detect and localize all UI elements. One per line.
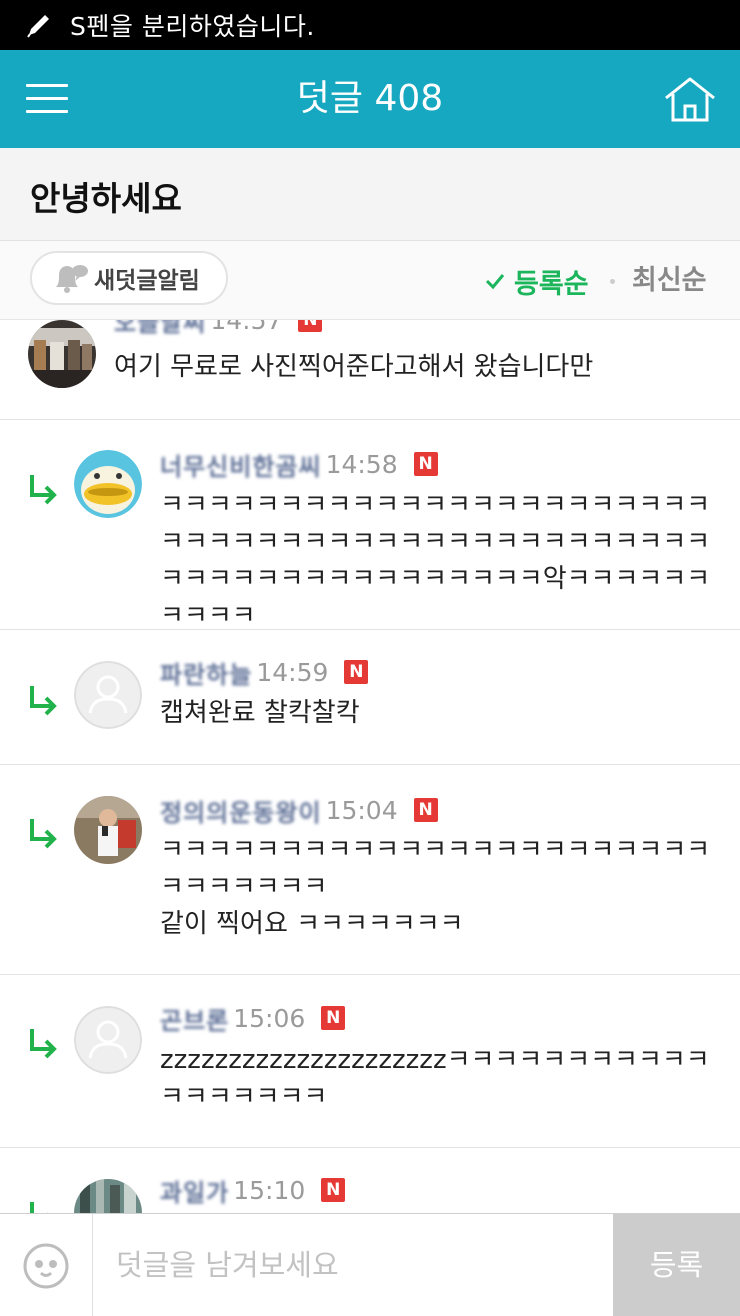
sort-bar: 새덧글알림 등록순 최신순 xyxy=(0,241,740,320)
comment-item: 과일가 15:10 N xyxy=(0,1148,740,1213)
comment-author[interactable]: 오늘날씨 xyxy=(114,320,206,338)
reply-arrow-icon xyxy=(30,1029,57,1059)
comment-time: 14:58 xyxy=(325,449,398,479)
submit-button[interactable]: 등록 xyxy=(613,1214,740,1316)
comment-item: 파란하늘 14:59 N 캡쳐완료 찰칵찰칵 xyxy=(0,630,740,765)
comment-meta: 곤브론 15:06 N xyxy=(160,1001,346,1036)
home-icon[interactable] xyxy=(662,74,718,124)
comment-author[interactable]: 과일가 xyxy=(160,1173,229,1208)
comment-meta: 과일가 15:10 N xyxy=(160,1173,346,1208)
comment-meta: 오늘날씨 14:57 N xyxy=(114,320,368,337)
new-badge: N xyxy=(413,452,438,476)
comment-list[interactable]: 오늘날씨 14:57 N 여기 무료로 사진찍어준다고해서 왔습니다만 너무신비… xyxy=(0,320,740,1213)
pen-icon xyxy=(27,15,49,38)
new-comment-alert-label: 새덧글알림 xyxy=(94,268,200,294)
sort-latest-button[interactable]: 최신순 xyxy=(632,261,707,301)
sort-separator-dot xyxy=(610,279,615,284)
post-title-bar: 안녕하세요 xyxy=(0,148,740,241)
comment-time: 15:04 xyxy=(325,795,398,825)
comment-meta: 파란하늘 14:59 N xyxy=(160,655,369,690)
comment-time: 15:10 xyxy=(233,1175,306,1205)
user-avatar[interactable] xyxy=(74,796,142,864)
page-title: 덧글 408 xyxy=(296,78,444,119)
user-avatar[interactable] xyxy=(74,1179,142,1213)
user-avatar[interactable] xyxy=(28,320,96,388)
reply-arrow-icon xyxy=(30,1202,48,1213)
comment-item: 너무신비한곰씨 14:58 N ㅋㅋㅋㅋㅋㅋㅋㅋㅋㅋㅋㅋㅋㅋㅋㅋㅋㅋㅋㅋㅋㅋㅋㅋ… xyxy=(0,419,740,631)
status-notice: S펜을 분리하였습니다. xyxy=(70,12,315,41)
comment-meta: 정의의운동왕이 15:04 N xyxy=(160,793,438,828)
sort-registered-label: 등록순 xyxy=(514,268,589,300)
comment-author[interactable]: 파란하늘 xyxy=(160,655,252,690)
comment-text: ㅋㅋㅋㅋㅋㅋㅋㅋㅋㅋㅋㅋㅋㅋㅋㅋㅋㅋㅋㅋㅋㅋㅋㅋㅋㅋㅋㅋㅋㅋㅋㅋㅋㅋㅋㅋㅋㅋㅋㅋ… xyxy=(160,490,711,631)
comment-author[interactable]: 곤브론 xyxy=(160,1001,229,1036)
status-bar: S펜을 분리하였습니다. xyxy=(0,0,740,50)
comment-input[interactable] xyxy=(100,1214,605,1316)
comment-time: 15:06 xyxy=(233,1003,306,1033)
reply-arrow-icon xyxy=(30,819,57,849)
comment-composer: 등록 xyxy=(0,1213,740,1316)
reply-arrow-icon xyxy=(30,686,57,716)
comment-time: 14:57 xyxy=(210,320,283,335)
new-comment-alert-button[interactable]: 새덧글알림 xyxy=(30,251,228,305)
app-bar: 덧글 408 xyxy=(0,50,740,148)
new-badge: N xyxy=(413,798,438,822)
check-icon xyxy=(485,274,505,290)
reply-arrow-icon xyxy=(30,475,57,505)
comment-text: 캡쳐완료 찰칵찰칵 xyxy=(160,698,360,728)
new-badge: N xyxy=(344,660,369,684)
new-badge: N xyxy=(321,1178,346,1202)
comment-author[interactable]: 너무신비한곰씨 xyxy=(160,447,322,482)
emoticon-button[interactable] xyxy=(0,1214,93,1316)
comment-item: 오늘날씨 14:57 N 여기 무료로 사진찍어준다고해서 왔습니다만 xyxy=(0,320,740,420)
default-avatar[interactable] xyxy=(74,661,142,729)
comment-author[interactable]: 정의의운동왕이 xyxy=(160,793,322,828)
new-badge: N xyxy=(321,1006,346,1030)
new-badge: N xyxy=(298,320,323,332)
comment-item: 정의의운동왕이 15:04 N ㅋㅋㅋㅋㅋㅋㅋㅋㅋㅋㅋㅋㅋㅋㅋㅋㅋㅋㅋㅋㅋㅋㅋㅋ… xyxy=(0,765,740,975)
sort-registered-button[interactable]: 등록순 xyxy=(484,261,589,301)
comment-text: 여기 무료로 사진찍어준다고해서 왔습니다만 xyxy=(114,352,594,382)
comment-text: ㅋㅋㅋㅋㅋㅋㅋㅋㅋㅋㅋㅋㅋㅋㅋㅋㅋㅋㅋㅋㅋㅋㅋㅋㅋㅋㅋㅋㅋㅋ 같이 찍어요 ㅋㅋ… xyxy=(160,835,711,939)
emoticon-icon xyxy=(23,1243,69,1289)
comment-meta: 너무신비한곰씨 14:58 N xyxy=(160,447,438,482)
hamburger-menu-icon[interactable] xyxy=(26,80,70,118)
comment-item: 곤브론 15:06 N zzzzzzzzzzzzzzzzzzzzzㅋㅋㅋㅋㅋㅋㅋ… xyxy=(0,975,740,1148)
default-avatar[interactable] xyxy=(74,1006,142,1074)
post-title: 안녕하세요 xyxy=(30,179,182,218)
comment-time: 14:59 xyxy=(256,657,329,687)
user-avatar[interactable] xyxy=(74,450,142,518)
bell-icon xyxy=(56,265,88,293)
comment-text: zzzzzzzzzzzzzzzzzzzzzㅋㅋㅋㅋㅋㅋㅋㅋㅋㅋㅋㅋㅋㅋㅋㅋㅋㅋ xyxy=(160,1045,710,1112)
